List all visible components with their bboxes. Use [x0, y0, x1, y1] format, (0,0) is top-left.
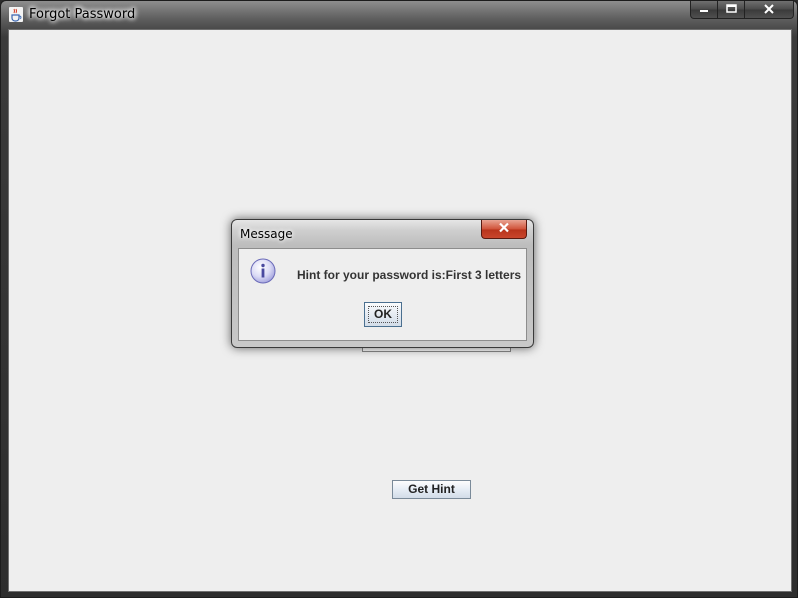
minimize-icon	[699, 1, 709, 19]
dialog-close-button[interactable]	[481, 220, 527, 239]
window-title: Forgot Password	[29, 7, 136, 22]
info-icon	[250, 258, 276, 284]
ok-button[interactable]: OK	[364, 302, 402, 327]
get-hint-button[interactable]: Get Hint	[392, 480, 471, 499]
dialog-body: Hint for your password is:First 3 letter…	[238, 248, 527, 341]
message-dialog: Message Hint for your password is:First	[231, 219, 534, 348]
dialog-title: Message	[240, 227, 293, 241]
title-bar[interactable]: Forgot Password	[1, 1, 798, 29]
dialog-message: Hint for your password is:First 3 letter…	[297, 268, 522, 282]
ok-button-label: OK	[374, 307, 392, 321]
java-cup-icon	[9, 7, 23, 22]
close-icon	[498, 220, 510, 238]
maximize-button[interactable]	[718, 1, 745, 19]
close-icon	[763, 1, 775, 19]
caption-buttons	[690, 1, 794, 20]
minimize-button[interactable]	[690, 1, 718, 19]
maximize-icon	[725, 1, 737, 19]
close-button[interactable]	[745, 1, 794, 19]
